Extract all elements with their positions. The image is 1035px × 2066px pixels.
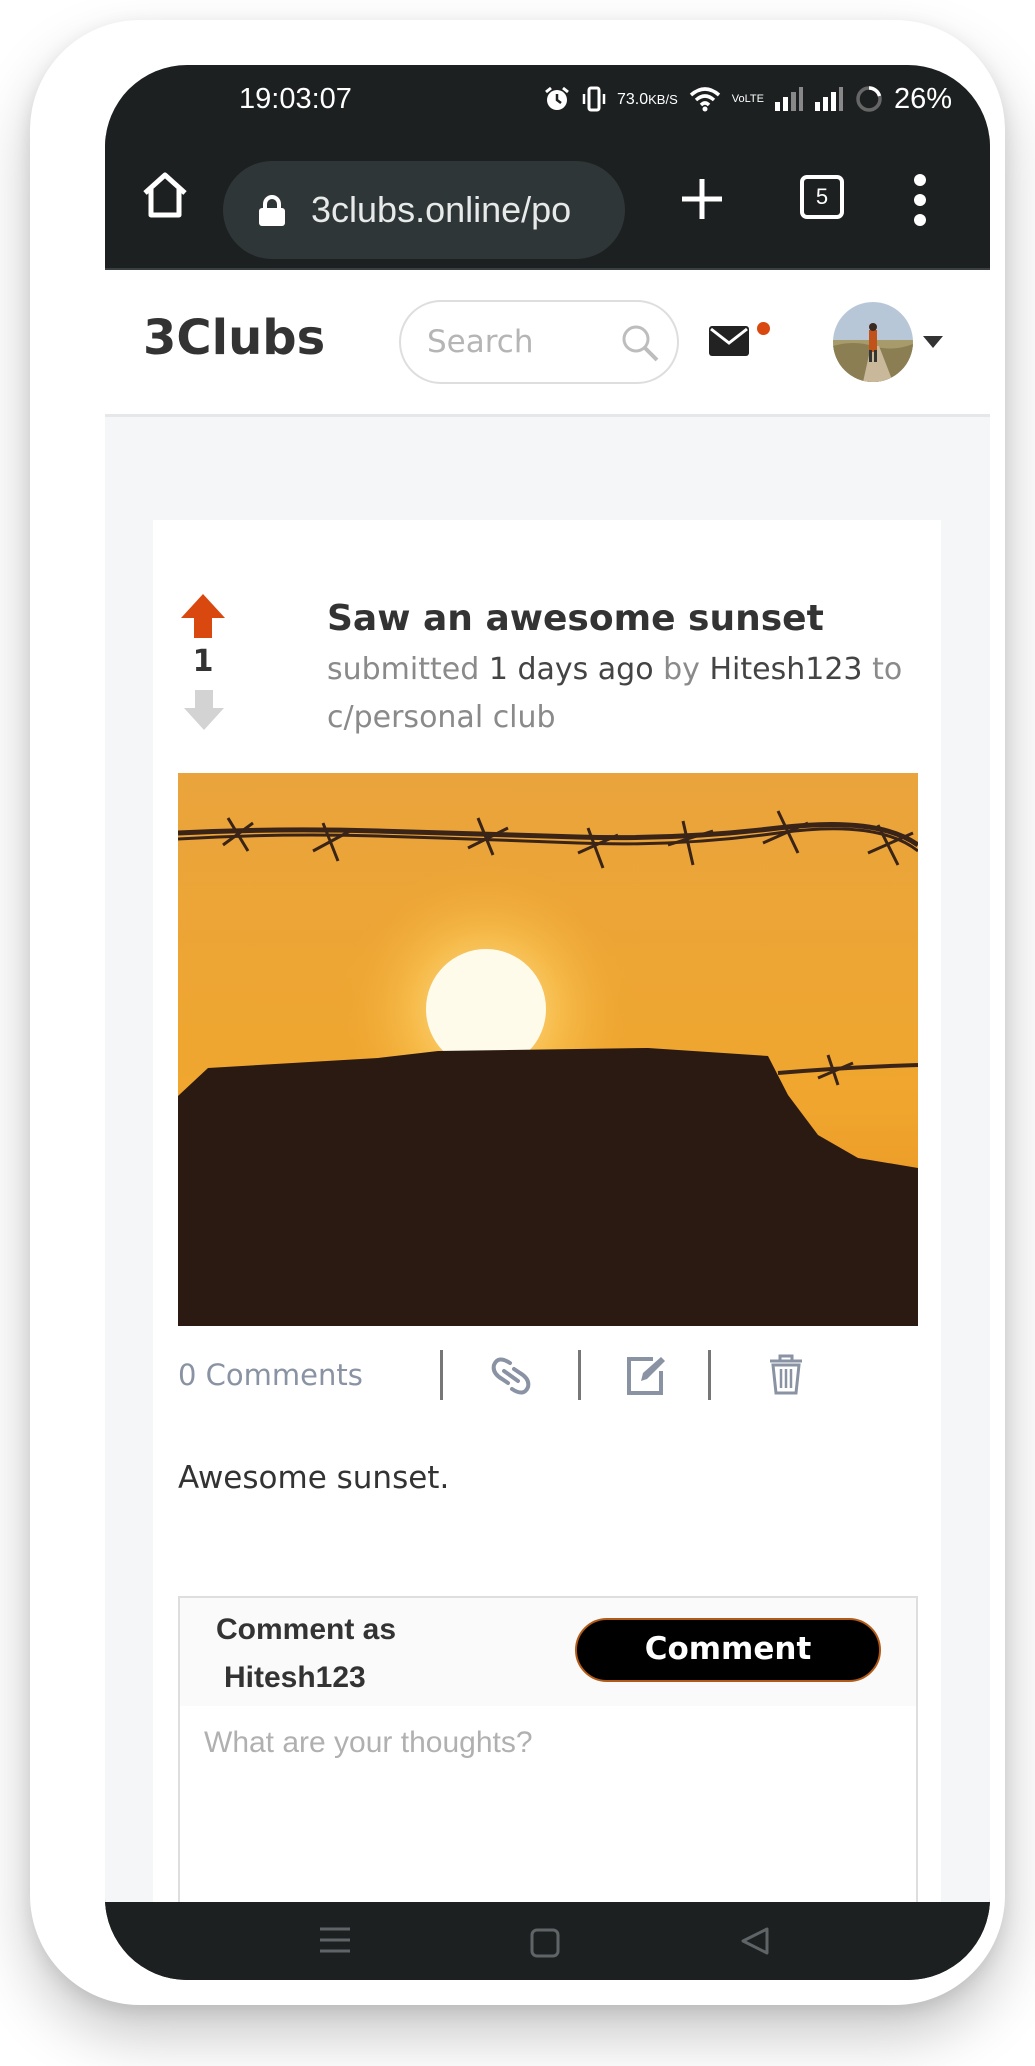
comment-button[interactable]: Comment — [575, 1618, 881, 1682]
post-title[interactable]: Saw an awesome sunset — [327, 598, 824, 639]
post-author-link[interactable]: Hitesh123 — [709, 652, 862, 687]
menu-icon[interactable] — [320, 1926, 350, 1958]
comment-form-header: Comment as Hitesh123 Comment — [180, 1598, 916, 1706]
downvote-arrow-icon[interactable] — [183, 688, 225, 736]
edit-icon[interactable] — [623, 1353, 667, 1401]
battery-percent: 26% — [893, 82, 952, 115]
upvote-arrow-icon[interactable] — [179, 592, 227, 644]
post-card: 1 Saw an awesome sunset submitted 1 days… — [153, 520, 941, 1926]
action-divider — [708, 1350, 711, 1400]
home-square-icon[interactable] — [530, 1928, 560, 1962]
avatar[interactable] — [833, 302, 913, 382]
post-body: Awesome sunset. — [178, 1460, 450, 1496]
meta-prefix: submitted — [327, 652, 480, 687]
site-header: 3Clubs Search — [105, 270, 990, 417]
net-speed: 73.0 KB/S — [616, 90, 678, 108]
mail-icon[interactable] — [708, 325, 750, 361]
comments-link[interactable]: 0 Comments — [178, 1358, 363, 1392]
post-club-link[interactable]: c/personal club — [327, 700, 556, 735]
volte-bottom: LTE — [744, 92, 764, 105]
status-bar: 19:03:07 73.0 KB/S Vo LTE 26% — [105, 65, 990, 135]
signal-icon — [774, 86, 804, 112]
meta-by: by — [663, 652, 700, 687]
alarm-icon — [543, 85, 571, 113]
status-icons: 73.0 KB/S Vo LTE 26% — [543, 79, 952, 119]
more-vert-icon[interactable] — [913, 173, 927, 227]
address-bar[interactable]: 3clubs.online/po — [223, 161, 625, 259]
meta-to: to — [872, 652, 903, 687]
post-meta: submitted 1 days ago by Hitesh123 to c/p… — [327, 646, 927, 742]
net-speed-value: 73.0 — [616, 90, 649, 108]
trash-icon[interactable] — [768, 1353, 804, 1399]
action-divider — [578, 1350, 581, 1400]
back-icon[interactable] — [740, 1926, 770, 1960]
tabs-icon[interactable]: 5 — [800, 175, 844, 219]
comment-as-user: Hitesh123 — [224, 1661, 366, 1694]
search-icon[interactable] — [619, 322, 663, 370]
browser-toolbar: 3clubs.online/po 5 — [105, 135, 990, 271]
net-speed-unit: KB/S — [648, 91, 678, 107]
action-divider — [440, 1350, 443, 1400]
link-icon[interactable] — [490, 1353, 532, 1403]
vibrate-icon — [581, 85, 607, 113]
url-text: 3clubs.online/po — [311, 189, 572, 230]
comment-as-prefix: Comment as — [216, 1613, 397, 1646]
comment-textarea[interactable]: What are your thoughts? — [204, 1726, 533, 1760]
lock-icon — [257, 195, 287, 231]
phone-frame: 19:03:07 73.0 KB/S Vo LTE 26% 3clubs.onl… — [30, 20, 1005, 2005]
search-placeholder: Search — [427, 324, 534, 360]
caret-down-icon[interactable] — [923, 336, 943, 348]
post-image[interactable] — [178, 773, 918, 1326]
volte-top: Vo — [731, 92, 745, 105]
system-nav-bar — [105, 1902, 990, 1980]
wifi-icon — [688, 85, 722, 113]
vote-count: 1 — [192, 644, 214, 679]
signal-icon — [814, 86, 844, 112]
status-time: 19:03:07 — [239, 83, 352, 115]
plus-icon[interactable] — [680, 177, 724, 221]
site-logo[interactable]: 3Clubs — [143, 310, 325, 366]
web-page: 3Clubs Search 1 Saw an awesome sunset su… — [105, 270, 990, 1926]
battery-icon — [854, 84, 884, 114]
home-icon[interactable] — [137, 167, 193, 223]
volte-icon: Vo LTE — [731, 92, 764, 105]
search-input[interactable]: Search — [399, 300, 679, 384]
comment-as-label: Comment as Hitesh123 — [216, 1606, 396, 1702]
phone-screen: 19:03:07 73.0 KB/S Vo LTE 26% 3clubs.onl… — [105, 65, 990, 1980]
comment-form: Comment as Hitesh123 Comment What are yo… — [178, 1596, 918, 1926]
post-actions: 0 Comments — [178, 1348, 918, 1408]
post-age: 1 days ago — [488, 652, 654, 687]
notification-dot — [757, 322, 770, 335]
